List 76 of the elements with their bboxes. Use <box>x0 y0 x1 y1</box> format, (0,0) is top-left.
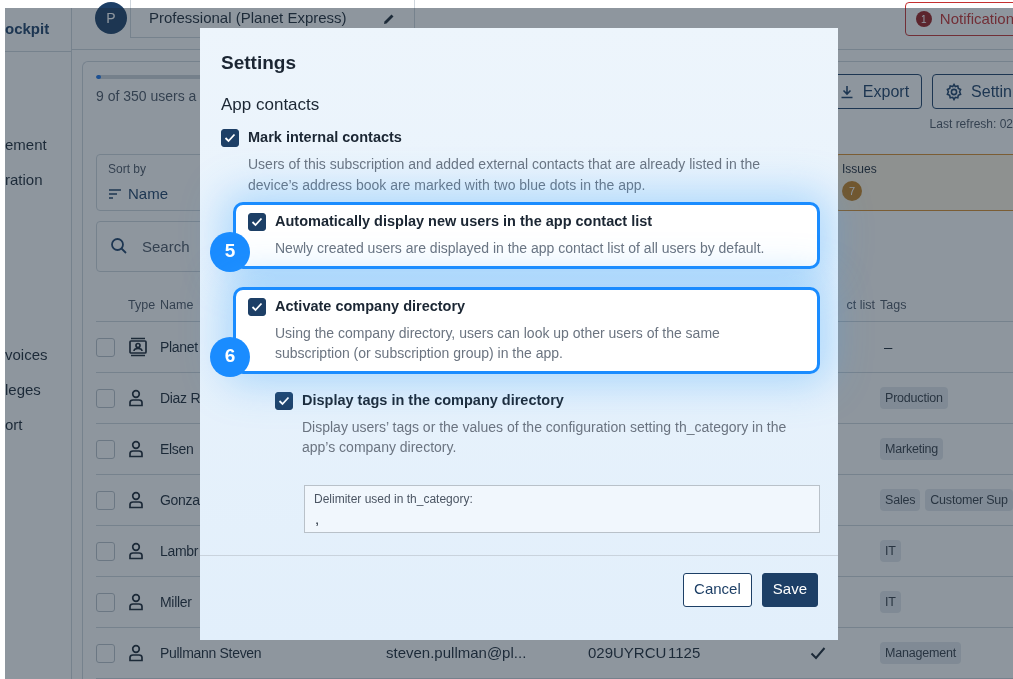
checkbox[interactable] <box>221 129 239 147</box>
check-icon <box>251 301 263 312</box>
tag: IT <box>880 539 901 563</box>
tag: Management <box>880 641 961 665</box>
step-badge: 6 <box>210 336 250 377</box>
search-icon <box>110 237 128 255</box>
row-checkbox[interactable] <box>96 541 115 561</box>
notification-count: 1 <box>915 11 932 27</box>
user-name: Pullmann Steven <box>160 644 262 661</box>
issues-filter[interactable]: Issues 7 <box>835 154 1013 211</box>
sidebar-item[interactable]: leges <box>5 372 71 407</box>
field-label: Delimiter used in th_category: <box>314 490 473 507</box>
sidebar-item[interactable]: ration <box>5 162 71 197</box>
issues-count: 7 <box>842 181 862 201</box>
column-header: Tags <box>880 297 907 315</box>
row-checkbox[interactable] <box>96 592 115 612</box>
row-checkbox[interactable] <box>96 388 115 408</box>
person-icon <box>128 389 144 407</box>
user-name: Diaz R <box>160 389 201 406</box>
option-label: Activate company directory <box>275 296 466 316</box>
option-label: Display tags in the company directory <box>302 390 564 410</box>
row-checkbox[interactable] <box>96 643 115 663</box>
save-button[interactable]: Save <box>761 572 818 607</box>
section-title: App contacts <box>221 94 321 116</box>
sort-icon <box>108 188 122 201</box>
option-description: Using the company directory, users can look up other users of the same subscription (or subscription group) in the app. <box>275 323 721 363</box>
tag: Sales <box>880 488 921 512</box>
tag: Production <box>880 386 948 410</box>
tag: Marketing <box>880 437 944 461</box>
settings-button[interactable]: Settin <box>932 74 1013 109</box>
option-description: Newly created users are displayed in the app contact list of all users by default. <box>275 239 766 258</box>
check-icon <box>278 395 290 406</box>
tag: IT <box>880 590 901 614</box>
person-icon <box>128 491 144 509</box>
option-label: Automatically display new users in the app contact list <box>275 212 653 232</box>
sidebar-item[interactable]: voices <box>5 337 71 372</box>
checkbox[interactable] <box>275 391 293 410</box>
user-name: Lambr <box>160 542 199 559</box>
checkbox[interactable] <box>248 213 266 231</box>
user-name: Elsen <box>160 440 194 457</box>
notification-button[interactable]: 1 Notification <box>904 2 1013 36</box>
cancel-button[interactable]: Cancel <box>683 572 752 607</box>
person-icon <box>128 593 144 611</box>
empty-tags: – <box>880 335 893 359</box>
user-name: Miller <box>160 593 192 610</box>
step-badge: 5 <box>210 231 250 272</box>
option-description: Display users’ tags or the values of the configuration setting th_category in the app’s company directory. <box>302 417 788 457</box>
sidebar-item[interactable]: ort <box>5 407 71 442</box>
column-header: Name <box>160 298 194 313</box>
user-id: 029UYRCU <box>588 643 667 661</box>
person-icon <box>128 440 144 458</box>
person-icon <box>128 644 144 662</box>
row-checkbox[interactable] <box>96 337 115 357</box>
user-name: Planet <box>160 338 198 355</box>
checkbox[interactable] <box>248 297 266 316</box>
column-header: Type <box>128 298 156 313</box>
person-icon <box>128 542 144 560</box>
user-count: 9 of 350 users a <box>96 87 197 106</box>
check-icon <box>251 217 263 227</box>
last-refresh: Last refresh: 02 <box>929 116 1013 132</box>
avatar: P <box>95 2 127 34</box>
app-title: ockpit <box>5 19 50 40</box>
row-checkbox[interactable] <box>96 439 115 459</box>
column-header: ct list <box>846 297 875 315</box>
user-name: Gonza <box>160 491 200 508</box>
user-email: steven.pullman@pl... <box>386 643 527 661</box>
settings-icon <box>945 82 964 101</box>
dialog-title: Settings <box>221 51 297 75</box>
extension-number: 1125 <box>668 643 701 661</box>
option-label: Mark internal contacts <box>248 128 402 148</box>
option-description: Users of this subscription and added external contacts that are already listed in the device’s address book are marked with two blue dots in the app. <box>248 155 762 195</box>
sidebar-item[interactable]: ement <box>5 127 71 162</box>
row-checkbox[interactable] <box>96 490 115 510</box>
contact-card-icon <box>128 337 148 357</box>
tag: Customer Sup <box>925 488 1013 512</box>
check-icon <box>224 133 236 143</box>
